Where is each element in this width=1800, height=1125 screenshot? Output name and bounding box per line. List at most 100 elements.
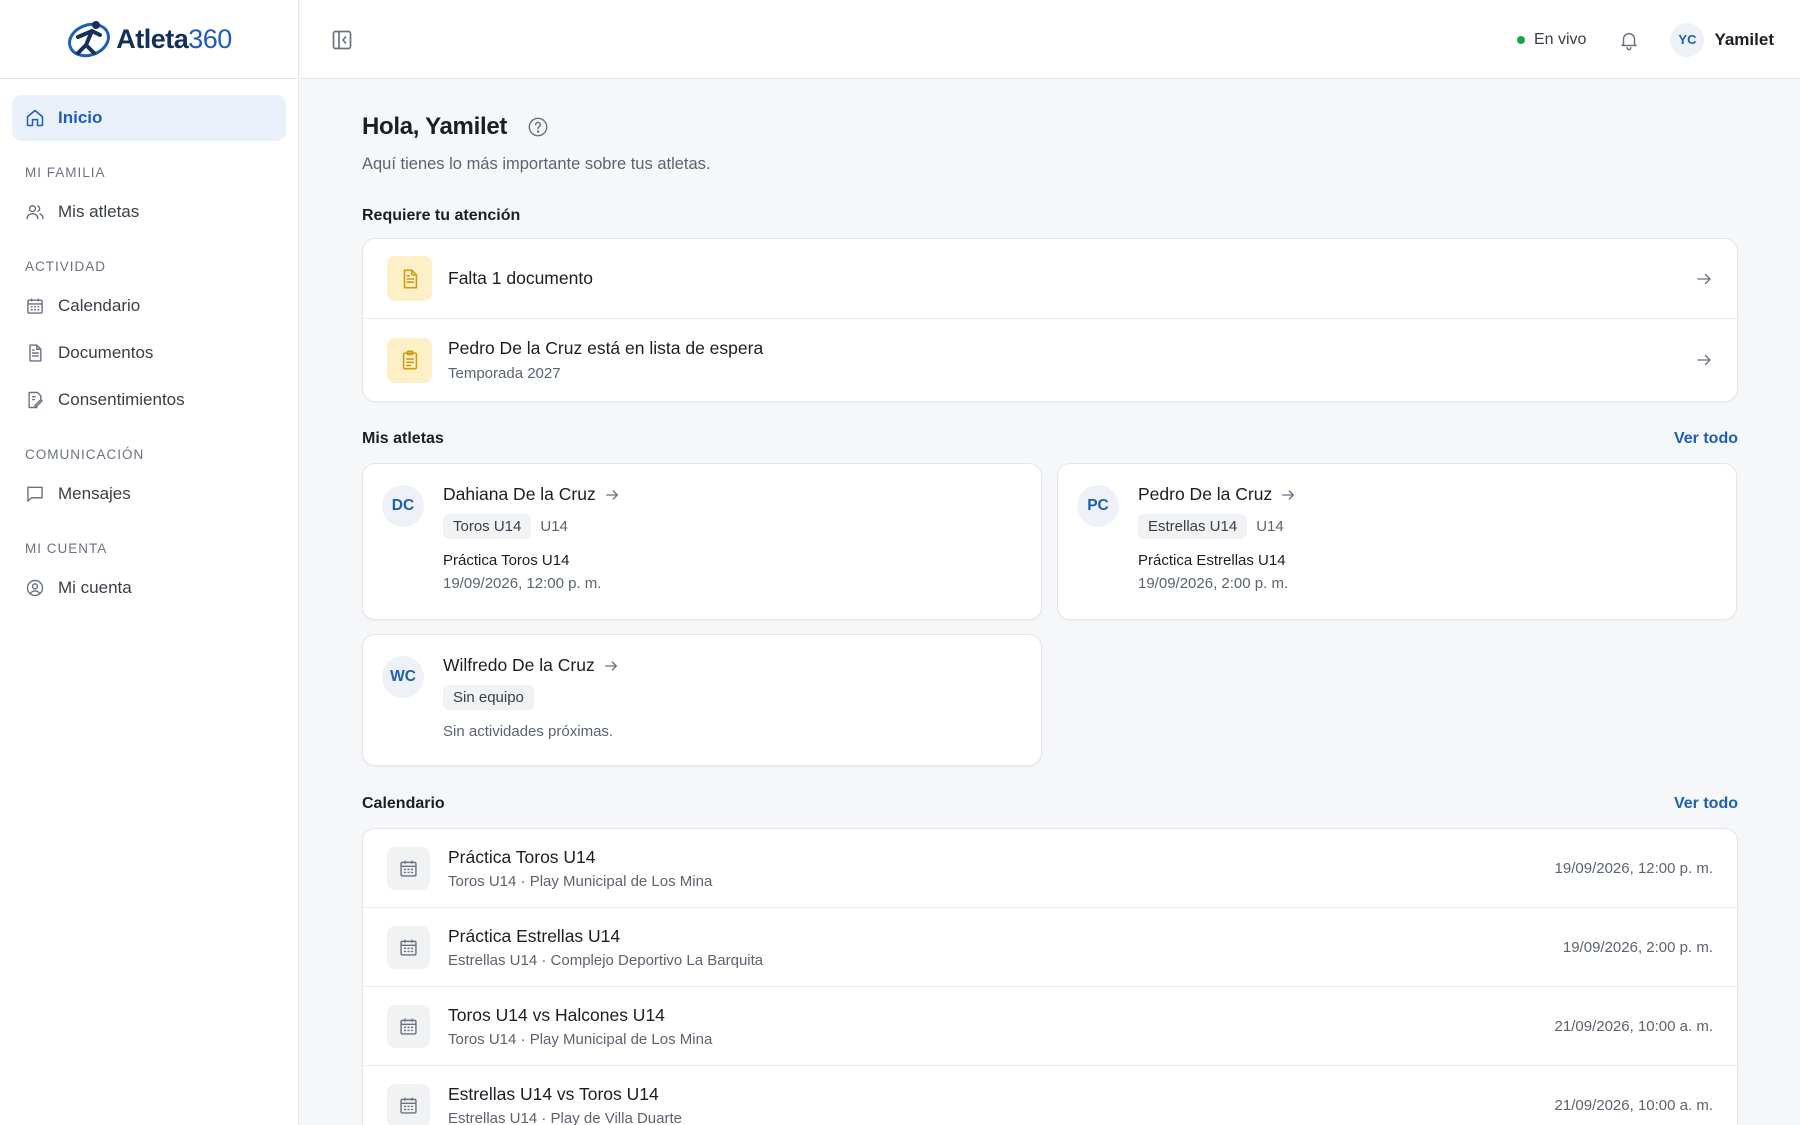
page-title: Hola, Yamilet (362, 113, 508, 140)
section-mi-familia: MI FAMILIA (25, 165, 106, 180)
event-date: 21/09/2026, 10:00 a. m. (1554, 1017, 1713, 1035)
team-badge: Toros U14 (443, 514, 532, 539)
calendar-event-row[interactable]: Práctica Estrellas U14 Estrellas U14 · C… (363, 908, 1737, 987)
arrow-right-icon[interactable] (1280, 487, 1296, 503)
live-status: En vivo (1516, 30, 1587, 49)
sidebar-item-mi-cuenta[interactable]: Mi cuenta (12, 565, 286, 611)
consent-icon (28, 391, 43, 409)
next-event-title: Práctica Toros U14 (443, 552, 570, 569)
athlete-card[interactable]: DC Dahiana De la Cruz Toros U14 U14 Prác… (362, 463, 1042, 620)
athlete-name[interactable]: Wilfredo De la Cruz (443, 655, 595, 676)
athletes-header: Mis atletas Ver todo (362, 428, 1738, 450)
attention-item-title: Falta 1 documento (448, 268, 593, 288)
sidebar-nav: Inicio MI FAMILIA Mis atletas ACTIVIDAD … (0, 79, 298, 628)
attention-item[interactable]: Falta 1 documento (363, 239, 1737, 319)
sidebar: Atleta360 Inicio MI FAMILIA Mis atletas … (0, 0, 299, 1125)
topbar-right: En vivo YC Yamilet (1516, 0, 1774, 79)
athletes-see-all-link[interactable]: Ver todo (1674, 430, 1738, 448)
sidebar-item-label: Documentos (58, 343, 154, 362)
calendar-title: Calendario (362, 795, 445, 812)
event-date: 19/09/2026, 12:00 p. m. (1554, 859, 1713, 877)
attention-item-subtitle: Temporada 2027 (448, 365, 561, 382)
home-icon (26, 109, 44, 127)
athlete-body: Pedro De la Cruz Estrellas U14 U14 Práct… (1138, 484, 1717, 592)
live-label: En vivo (1533, 30, 1587, 48)
athlete-name-row: Pedro De la Cruz (1138, 484, 1717, 505)
account-icon (26, 579, 44, 597)
event-title: Práctica Estrellas U14 (448, 925, 621, 946)
clipboard-icon (402, 350, 417, 370)
attention-item[interactable]: Pedro De la Cruz está en lista de espera… (363, 319, 1737, 401)
sidebar-item-label: Calendario (58, 296, 141, 315)
attention-icon-box (387, 256, 432, 301)
category-label: U14 (540, 518, 568, 535)
help-icon[interactable] (527, 116, 549, 138)
event-subtitle: Estrellas U14 · Complejo Deportivo La Ba… (448, 951, 764, 969)
event-icon-box (387, 846, 430, 890)
event-date: 19/09/2026, 2:00 p. m. (1562, 938, 1713, 956)
sidebar-item-inicio[interactable]: Inicio (12, 95, 286, 141)
next-event-date: 19/09/2026, 2:00 p. m. (1138, 575, 1289, 592)
event-text: Práctica Toros U14 Toros U14 · Play Muni… (448, 847, 1555, 890)
event-date: 21/09/2026, 10:00 a. m. (1554, 1096, 1713, 1114)
calendar-icon (400, 1097, 417, 1114)
event-icon-box (387, 1083, 430, 1125)
event-title: Estrellas U14 vs Toros U14 (448, 1083, 659, 1104)
attention-title: Requiere tu atención (362, 207, 521, 224)
athletes-grid: DC Dahiana De la Cruz Toros U14 U14 Prác… (362, 463, 1738, 766)
sidebar-item-consentimientos[interactable]: Consentimientos (12, 377, 286, 423)
team-badge: Estrellas U14 (1138, 514, 1248, 539)
section-comunicacion: COMUNICACIÓN (25, 447, 145, 462)
calendar-see-all-link[interactable]: Ver todo (1674, 795, 1738, 813)
athlete-name-row: Dahiana De la Cruz (443, 484, 1022, 505)
athlete-avatar: PC (1077, 485, 1119, 527)
arrow-right-icon[interactable] (603, 658, 619, 674)
sidebar-item-label: Inicio (58, 108, 103, 127)
athlete-name[interactable]: Dahiana De la Cruz (443, 484, 596, 505)
arrow-right-icon[interactable] (604, 487, 620, 503)
sidebar-item-label: Consentimientos (58, 390, 185, 409)
calendar-list: Práctica Toros U14 Toros U14 · Play Muni… (362, 828, 1738, 1125)
athlete-avatar: DC (382, 485, 424, 527)
sidebar-item-calendario[interactable]: Calendario (12, 283, 286, 329)
next-event-date: 19/09/2026, 12:00 p. m. (443, 575, 602, 592)
athletes-title: Mis atletas (362, 430, 444, 447)
event-text: Toros U14 vs Halcones U14 Toros U14 · Pl… (448, 1005, 1555, 1048)
sidebar-toggle-icon[interactable] (330, 28, 354, 52)
user-name[interactable]: Yamilet (1714, 30, 1774, 50)
sidebar-item-mis-atletas[interactable]: Mis atletas (12, 189, 286, 235)
document-icon (403, 269, 417, 288)
sidebar-item-mensajes[interactable]: Mensajes (12, 471, 286, 517)
users-icon (26, 205, 44, 220)
athlete-card[interactable]: PC Pedro De la Cruz Estrellas U14 U14 Pr… (1057, 463, 1737, 620)
athlete-tags: Estrellas U14 U14 (1138, 514, 1717, 539)
calendar-event-row[interactable]: Estrellas U14 vs Toros U14 Estrellas U14… (363, 1066, 1737, 1125)
calendar-event-row[interactable]: Toros U14 vs Halcones U14 Toros U14 · Pl… (363, 987, 1737, 1066)
app-logo[interactable]: Atleta360 (66, 17, 232, 61)
athlete-tags: Toros U14 U14 (443, 514, 1022, 539)
user-avatar[interactable]: YC (1670, 22, 1705, 57)
message-icon (27, 486, 43, 502)
next-event-title: Práctica Estrellas U14 (1138, 552, 1286, 569)
attention-header: Requiere tu atención (362, 205, 1738, 227)
main-content: Hola, Yamilet Aquí tienes lo más importa… (362, 79, 1738, 1125)
arrow-right-icon[interactable] (1695, 270, 1713, 288)
page-subtitle: Aquí tienes lo más importante sobre tus … (362, 155, 711, 173)
sidebar-item-label: Mensajes (58, 484, 131, 503)
event-subtitle: Toros U14 · Play Municipal de Los Mina (448, 872, 713, 890)
team-badge: Sin equipo (443, 685, 534, 710)
event-subtitle: Estrellas U14 · Play de Villa Duarte (448, 1109, 682, 1125)
athlete-body: Wilfredo De la Cruz Sin equipo Sin activ… (443, 655, 1022, 740)
sidebar-item-documentos[interactable]: Documentos (12, 330, 286, 376)
athlete-card[interactable]: WC Wilfredo De la Cruz Sin equipo Sin ac… (362, 634, 1042, 766)
event-text: Práctica Estrellas U14 Estrellas U14 · C… (448, 926, 1563, 969)
calendar-header: Calendario Ver todo (362, 793, 1738, 815)
category-label: U14 (1256, 518, 1284, 535)
calendar-event-row[interactable]: Práctica Toros U14 Toros U14 · Play Muni… (363, 829, 1737, 908)
logo-text: Atleta360 (116, 23, 232, 54)
bell-icon[interactable] (1618, 29, 1640, 51)
attention-text: Falta 1 documento (448, 268, 1695, 289)
sidebar-item-label: Mi cuenta (58, 578, 132, 597)
arrow-right-icon[interactable] (1695, 351, 1713, 369)
athlete-name[interactable]: Pedro De la Cruz (1138, 484, 1272, 505)
